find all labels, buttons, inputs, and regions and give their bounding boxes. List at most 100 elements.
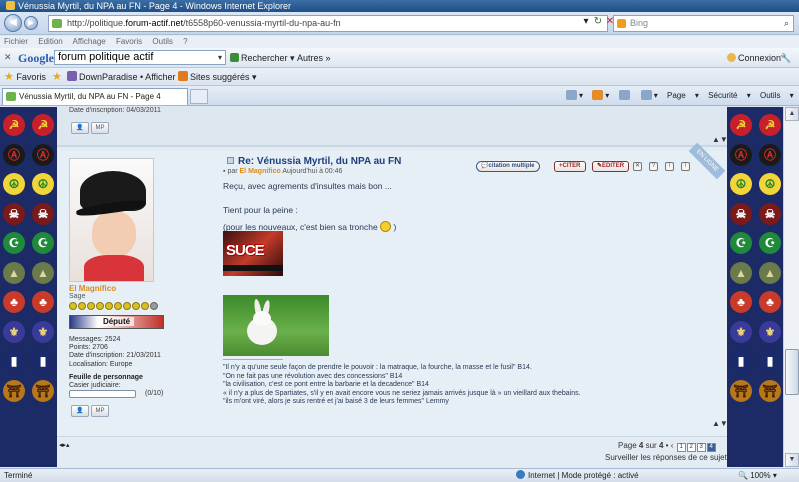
zoom-label: 100%: [750, 471, 771, 480]
scroll-up-down-icon[interactable]: ▲▼: [712, 135, 728, 144]
smiley-icon: [380, 221, 392, 232]
rank-star-icon: [69, 302, 77, 310]
home-icon: [566, 90, 577, 100]
profile-button[interactable]: 👤: [71, 405, 89, 417]
pagination: Page 4 sur 4 • ‹ 1234: [618, 441, 716, 452]
favorite-item-suggested[interactable]: Sites suggérés ▾: [178, 68, 257, 86]
peace-icon: ☮: [756, 170, 783, 199]
print-button[interactable]: ▾: [640, 90, 658, 100]
online-badge: EN LIGNE: [688, 142, 726, 180]
rank-star-icon: [78, 302, 86, 310]
delete-icon[interactable]: ✕: [633, 162, 642, 171]
page-link-3[interactable]: 3: [696, 443, 706, 452]
scrollbar-thumb[interactable]: [785, 349, 799, 395]
peace-icon: ☮: [29, 170, 57, 199]
warning-icon[interactable]: !: [665, 162, 674, 171]
new-tab-button[interactable]: [190, 89, 208, 104]
rank-star-icon: [114, 302, 122, 310]
post-icon: [227, 157, 234, 164]
skull-icon: ☠: [29, 200, 57, 229]
wrench-icon[interactable]: 🔧: [780, 53, 791, 64]
private-message-button[interactable]: MP: [91, 405, 109, 417]
criminal-record-label: Casier judiciaire:: [69, 382, 121, 389]
page-link-2[interactable]: 2: [686, 443, 696, 452]
signature: "Il n'y a qu'une seule façon de prendre …: [223, 364, 581, 407]
report-icon[interactable]: !: [681, 162, 690, 171]
pyramid-icon: ▲: [29, 259, 57, 288]
background-icons-left: ☭ ☭ Ⓐ Ⓐ ☮ ☮ ☠ ☠ ☪ ☪ ▲ ▲ ♣ ♣ ⚜ ⚜ ▮ ▮ ⛩ ⛩: [0, 107, 57, 467]
search-box[interactable]: Bing ⌕: [613, 15, 794, 32]
menu-help[interactable]: ?: [183, 37, 187, 46]
quote-button[interactable]: +CITER: [554, 161, 586, 172]
refresh-icon[interactable]: ↻: [592, 16, 604, 27]
menu-edit[interactable]: Edition: [38, 37, 62, 46]
suggested-sites-icon: [178, 71, 188, 81]
tools-menu[interactable]: Outils ▾: [760, 91, 794, 100]
vertical-scrollbar[interactable]: ▲ ▼: [783, 107, 799, 467]
multi-quote-button[interactable]: 💬citation multiple: [476, 161, 540, 172]
profile-button[interactable]: 👤: [71, 122, 89, 134]
flag-icon: ▮: [29, 347, 57, 376]
previous-page-icon[interactable]: ‹: [671, 441, 674, 450]
post-meta-author[interactable]: El Magnifico: [240, 168, 281, 175]
tree-icon: ♣: [756, 288, 783, 317]
page-menu[interactable]: Page ▾: [667, 91, 699, 100]
topic-footer: ◂▸▴ Page 4 sur 4 • ‹ 1234 Surveiller les…: [57, 436, 727, 467]
print-icon: [640, 90, 652, 100]
home-button[interactable]: ▾: [566, 90, 583, 100]
watch-topic-link[interactable]: Surveiller les réponses de ce sujet: [605, 453, 727, 462]
mail-button[interactable]: [618, 90, 632, 100]
multi-quote-label: citation multiple: [488, 163, 535, 169]
tab-active[interactable]: Vénussia Myrtil, du NPA au FN - Page 4: [2, 88, 188, 105]
rank-star-icon: [87, 302, 95, 310]
scroll-down-arrow-icon[interactable]: ▼: [785, 453, 799, 467]
post-image-rabbit[interactable]: [223, 295, 329, 356]
compat-view-icon[interactable]: ▾: [580, 16, 592, 27]
crescent-icon: ☪: [756, 229, 783, 258]
nav-arrows-icon[interactable]: ◂▸▴: [59, 441, 70, 449]
security-zone[interactable]: Internet | Mode protégé : activé: [516, 469, 639, 482]
zone-label: Internet | Mode protégé : activé: [528, 471, 639, 480]
favorite-item-downparadise[interactable]: DownParadise • Afficher l...: [67, 68, 188, 86]
google-connect-button[interactable]: Connexion: [727, 53, 781, 63]
skull-icon: ☠: [727, 200, 755, 229]
feeds-button[interactable]: ▾: [592, 90, 609, 100]
menu-favorites[interactable]: Favoris: [116, 37, 142, 46]
signature-line: "On ne fait pas une révolution avec des …: [223, 372, 403, 380]
close-toolbar-icon[interactable]: ✕: [4, 52, 12, 63]
edit-button[interactable]: ✎EDITER: [592, 161, 630, 172]
menu-file[interactable]: Fichier: [4, 37, 28, 46]
scroll-up-down-icon[interactable]: ▲▼: [712, 419, 728, 428]
zoom-level[interactable]: 🔍 100% ▾: [738, 469, 777, 482]
favorites-button[interactable]: ★ Favoris: [4, 68, 46, 86]
google-search-button[interactable]: Rechercher ▾: [230, 53, 295, 64]
url-prefix: http://politique.: [67, 18, 126, 28]
previous-registration-date: Date d'inscription: 04/03/2011: [69, 107, 161, 114]
command-bar: ▾ ▾ ▾ Page ▾ Sécurité ▾ Outils ▾ ▾: [566, 90, 799, 100]
menu-tools[interactable]: Outils: [152, 37, 172, 46]
post-author-name[interactable]: El Magnifico: [69, 284, 116, 293]
menu-view[interactable]: Affichage: [73, 37, 106, 46]
character-sheet-title: Feuille de personnage: [69, 374, 143, 381]
page-link-1[interactable]: 1: [676, 443, 686, 452]
fleur-de-lis-icon: ⚜: [29, 318, 57, 347]
pyramid-icon: ▲: [0, 259, 28, 288]
post-image-suce[interactable]: SUCE: [223, 231, 283, 276]
google-query: forum politique actif: [58, 51, 154, 63]
post-title[interactable]: Re: Vénussia Myrtil, du NPA au FN: [227, 156, 401, 167]
page-link-4[interactable]: 4: [706, 443, 716, 452]
add-favorite-icon[interactable]: ★: [52, 68, 62, 86]
ip-icon[interactable]: ?: [649, 162, 658, 171]
address-field[interactable]: http://politique.forum-actif.net/t6558p6…: [48, 15, 608, 32]
anarchy-icon: Ⓐ: [29, 141, 57, 170]
security-menu[interactable]: Sécurité ▾: [708, 91, 751, 100]
chevron-down-icon[interactable]: ▾: [218, 51, 222, 64]
scroll-up-arrow-icon[interactable]: ▲: [785, 107, 799, 121]
back-button[interactable]: ◀: [4, 14, 22, 32]
signature-line: "la civilisation, c'est ce pont entre la…: [223, 381, 429, 389]
google-search-input[interactable]: forum politique actif ▾: [54, 50, 226, 65]
google-others-button[interactable]: Autres »: [297, 53, 331, 63]
search-icon[interactable]: ⌕: [784, 16, 789, 31]
forward-button[interactable]: ▶: [24, 16, 38, 30]
private-message-button[interactable]: MP: [91, 122, 109, 134]
